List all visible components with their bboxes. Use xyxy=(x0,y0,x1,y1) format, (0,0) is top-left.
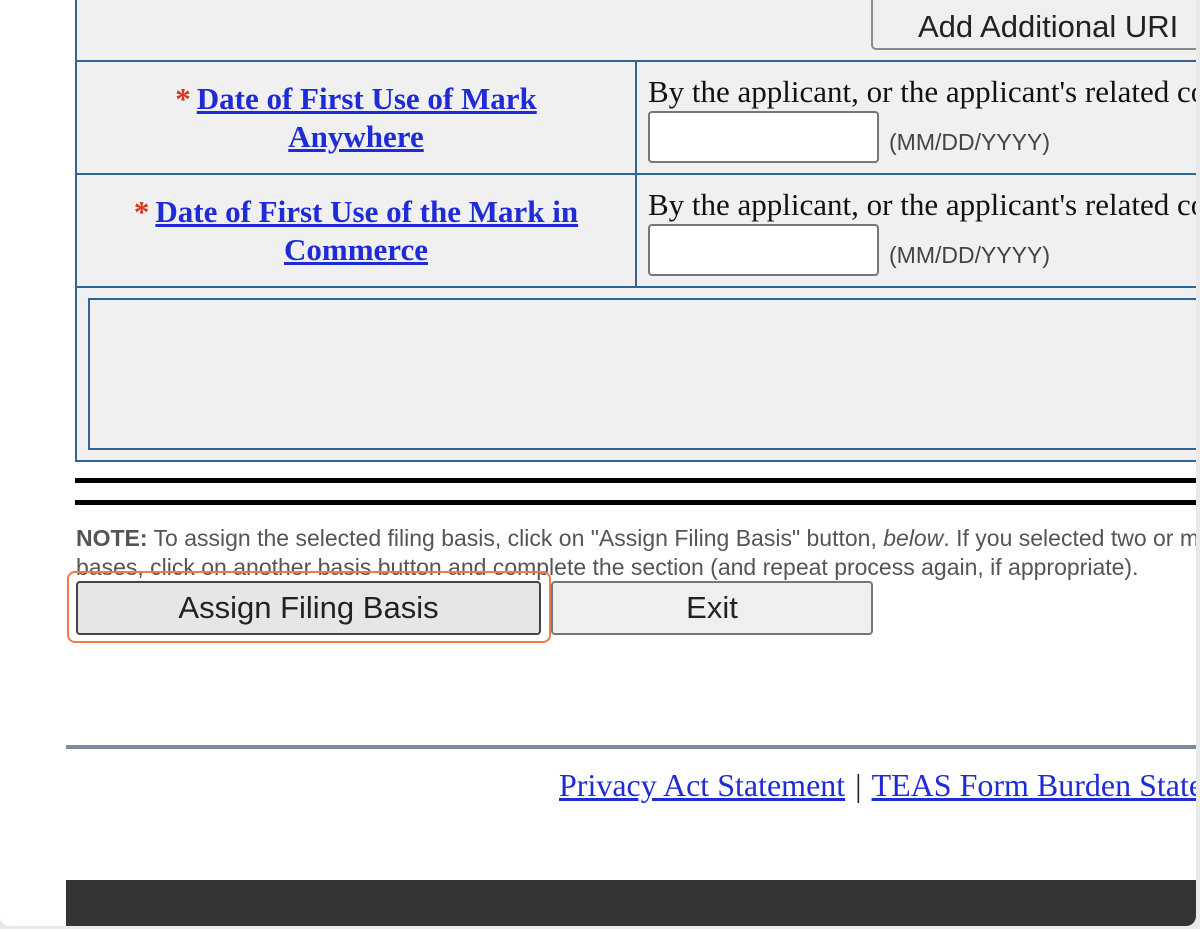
first-use-commerce-label-cell: * Date of First Use of the Mark in Commerc… xyxy=(77,175,637,286)
first-use-commerce-description: By the applicant, or the applicant's rel… xyxy=(648,187,1196,222)
first-use-anywhere-date-input[interactable] xyxy=(648,111,879,163)
first-use-anywhere-label-cell: * Date of First Use of Mark Anywhere xyxy=(77,62,637,173)
privacy-act-statement-link[interactable]: Privacy Act Statement xyxy=(559,767,845,803)
first-use-anywhere-description: By the applicant, or the applicant's rel… xyxy=(648,74,1196,109)
first-use-anywhere-link[interactable]: Date of First Use of Mark Anywhere xyxy=(197,81,537,154)
teas-form-burden-statement-link[interactable]: TEAS Form Burden Statement xyxy=(872,767,1196,803)
note-label: NOTE: xyxy=(76,525,148,551)
footer-separator: | xyxy=(855,767,862,803)
empty-section-box xyxy=(88,298,1196,450)
add-additional-uri-button[interactable]: Add Additional URI xyxy=(871,0,1196,50)
page: Add Additional URI * Date of First Use of… xyxy=(0,0,1196,926)
footer-divider xyxy=(66,745,1196,749)
first-use-commerce-row: * Date of First Use of the Mark in Commerc… xyxy=(77,175,1196,288)
first-use-commerce-date-input[interactable] xyxy=(648,224,879,276)
footer-links: Privacy Act Statement | TEAS Form Burden S… xyxy=(559,767,1196,804)
date-format-hint: (MM/DD/YYYY) xyxy=(889,242,1050,268)
bottom-bar xyxy=(66,880,1196,926)
first-use-anywhere-value-cell: By the applicant, or the applicant's rel… xyxy=(637,62,1196,173)
exit-button[interactable]: Exit xyxy=(551,581,873,635)
url-row: Add Additional URI xyxy=(77,0,1196,62)
divider-line xyxy=(75,478,1196,483)
first-use-commerce-value-cell: By the applicant, or the applicant's rel… xyxy=(637,175,1196,286)
divider-line xyxy=(75,500,1196,505)
first-use-commerce-link[interactable]: Date of First Use of the Mark in Commerce xyxy=(155,194,578,267)
required-asterisk: * xyxy=(175,80,191,116)
filing-basis-form-table: Add Additional URI * Date of First Use of… xyxy=(75,0,1196,462)
first-use-anywhere-row: * Date of First Use of Mark Anywhere By th… xyxy=(77,62,1196,175)
date-format-hint: (MM/DD/YYYY) xyxy=(889,129,1050,155)
required-asterisk: * xyxy=(133,193,150,229)
focus-highlight xyxy=(67,571,551,643)
